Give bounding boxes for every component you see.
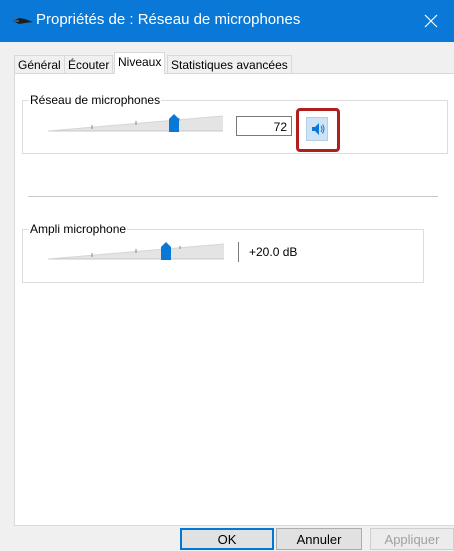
title-bar: Propriétés de : Réseau de microphones [0, 0, 454, 42]
window-title: Propriétés de : Réseau de microphones [36, 11, 301, 28]
mute-button-highlight [296, 108, 340, 152]
tab-statistiques-avancees[interactable]: Statistiques avancées [167, 55, 292, 74]
boost-slider-thumb[interactable] [161, 242, 171, 260]
microphone-level-value[interactable]: 72 [236, 116, 292, 136]
tab-ecouter[interactable]: Écouter [64, 55, 114, 74]
microphone-boost-label: Ampli microphone [29, 222, 128, 236]
microphone-level-slider[interactable] [48, 110, 223, 134]
microphone-slider-thumb[interactable] [169, 114, 179, 132]
close-button[interactable] [408, 0, 454, 42]
separator-line [28, 196, 438, 197]
microphone-device-icon [12, 14, 34, 28]
microphone-level-label: Réseau de microphones [29, 93, 162, 107]
microphone-boost-value: +20.0 dB [238, 242, 300, 262]
tab-general[interactable]: Général [14, 55, 65, 74]
microphone-boost-slider[interactable] [48, 238, 224, 262]
tab-niveaux[interactable]: Niveaux [114, 52, 166, 74]
close-icon [424, 14, 438, 28]
